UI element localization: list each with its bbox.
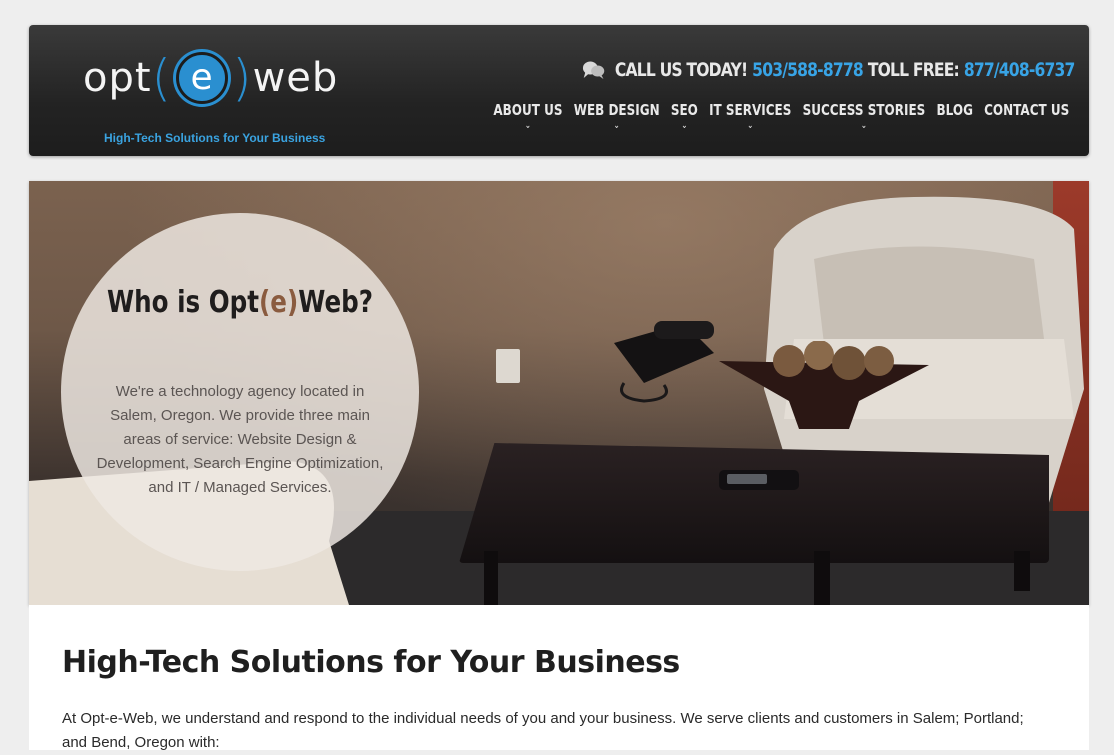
logo-word-opt: opt [83, 55, 152, 101]
tollfree-number-link[interactable]: 877/408-6737 [964, 59, 1076, 81]
chevron-down-icon: ⌄ [747, 121, 754, 131]
main-content: High-Tech Solutions for Your Business At… [29, 605, 1089, 751]
site-header: opt(e) web High-Tech Solutions for Your B… [29, 25, 1089, 156]
page-title: High-Tech Solutions for Your Business [62, 645, 680, 680]
about-heading: Who is Opt(e)Web? [106, 285, 374, 320]
tollfree-label: TOLL FREE: [868, 59, 960, 81]
call-bar: CALL US TODAY! 503/588-8778 TOLL FREE: 8… [583, 59, 1076, 81]
nav-item-contact-us[interactable]: CONTACT US [983, 101, 1071, 133]
intro-paragraph: At Opt-e-Web, we understand and respond … [62, 710, 1024, 751]
hero-banner: Who is Opt(e)Web? We're a technology age… [29, 181, 1089, 605]
chevron-down-icon: ⌄ [681, 121, 688, 131]
nav-item-seo[interactable]: SEO ⌄ [669, 101, 699, 133]
nav-item-it-services[interactable]: IT SERVICES ⌄ [708, 101, 794, 133]
nav-item-about-us[interactable]: ABOUT US ⌄ [492, 101, 564, 133]
nav-item-web-design[interactable]: WEB DESIGN ⌄ [572, 101, 661, 133]
fruit-bowl-photo [719, 341, 929, 429]
site-logo[interactable]: opt(e) web High-Tech Solutions for Your B… [83, 47, 337, 145]
logo-wordmark: opt(e) web [83, 49, 339, 107]
chevron-down-icon: ⌄ [861, 121, 868, 131]
about-circle-panel: Who is Opt(e)Web? We're a technology age… [61, 213, 419, 571]
wall-outlet-photo [496, 349, 520, 383]
logo-e-letter: e [176, 52, 229, 104]
main-nav: ABOUT US ⌄ WEB DESIGN ⌄ SEO ⌄ IT SERVICE… [492, 101, 1071, 133]
logo-word-web: web [252, 55, 339, 101]
cellphone-photo [719, 470, 799, 490]
nav-item-success-stories[interactable]: SUCCESS STORIES ⌄ [801, 101, 927, 133]
call-label: CALL US TODAY! [615, 59, 748, 81]
call-number-link[interactable]: 503/588-8778 [753, 59, 865, 81]
chevron-down-icon: ⌄ [613, 121, 620, 131]
nav-item-blog[interactable]: BLOG [935, 101, 975, 133]
chat-bubbles-icon [583, 61, 605, 79]
desk-phone-photo [614, 321, 714, 403]
chevron-down-icon: ⌄ [525, 121, 532, 131]
about-description: We're a technology agency located in Sal… [96, 383, 384, 496]
logo-tagline: High-Tech Solutions for Your Business [104, 131, 326, 145]
